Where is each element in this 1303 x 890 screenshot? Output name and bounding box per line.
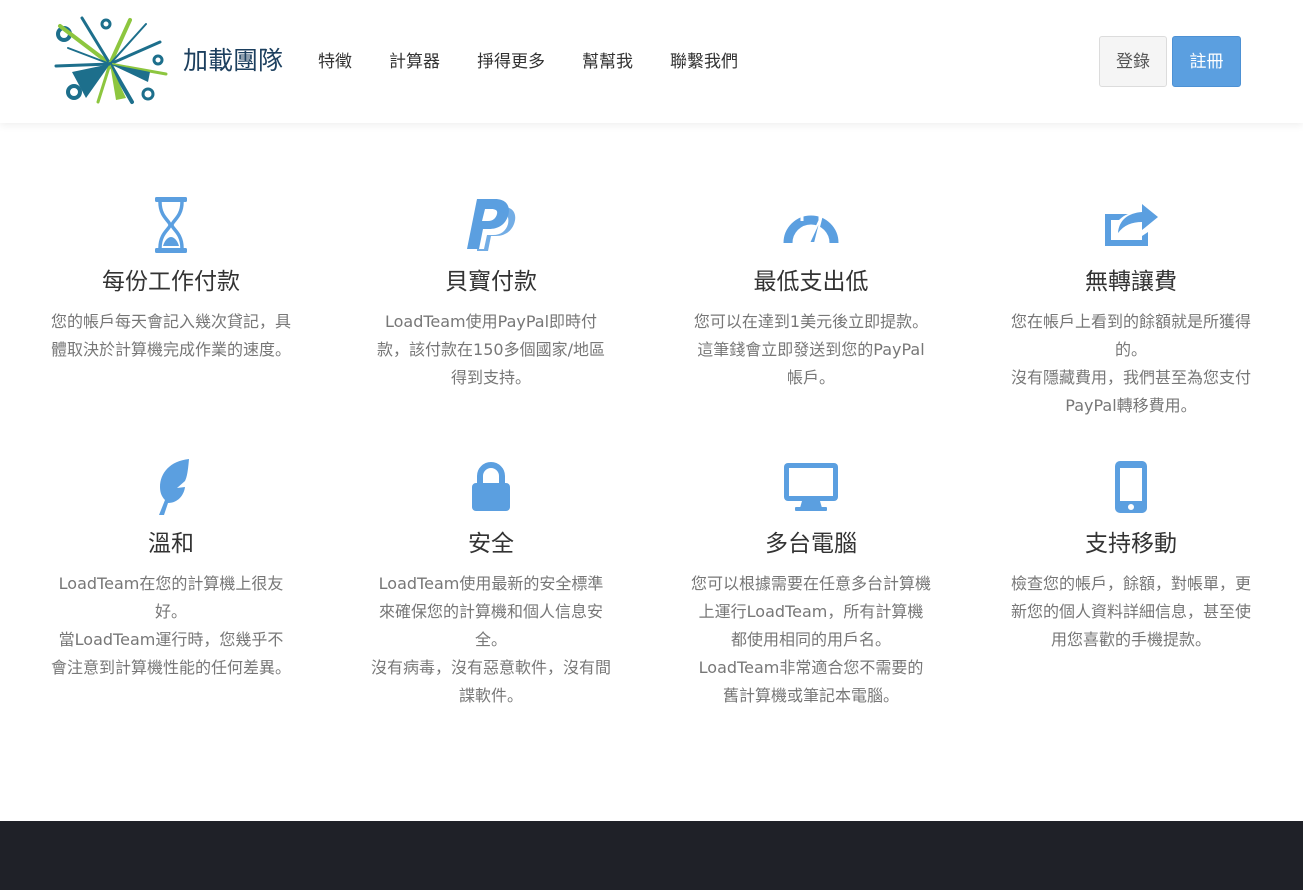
brand-name[interactable]: 加載團隊: [183, 44, 283, 78]
feature-description: 您在帳戶上看到的餘額就是所獲得的。 沒有隱藏費用，我們甚至為您支付PayPal轉移…: [1011, 312, 1252, 415]
feather-icon: [159, 459, 189, 515]
lock-icon: [472, 462, 510, 511]
feature-title: 多台電腦: [765, 531, 857, 557]
login-button[interactable]: 登錄: [1099, 36, 1167, 87]
nav-item-features[interactable]: 特徵: [318, 50, 352, 74]
monitor-icon: [784, 463, 838, 511]
feature-description: 您可以根據需要在任意多台計算機上運行LoadTeam，所有計算機都使用相同的用戶…: [691, 574, 932, 705]
nav-item-contact[interactable]: 聯繫我們: [670, 50, 738, 74]
feature-title: 支持移動: [1085, 531, 1177, 557]
loadteam-logo-icon[interactable]: [52, 14, 170, 106]
feature-card: 最低支出低 您可以在達到1美元後立即提款。 這筆錢會立即發送到您的PayPal帳戶…: [681, 193, 941, 392]
nav-item-help[interactable]: 幫幫我: [582, 50, 633, 74]
feature-card: 無轉讓費 您在帳戶上看到的餘額就是所獲得的。 沒有隱藏費用，我們甚至為您支付Pay…: [1001, 193, 1261, 420]
main-nav: 特徵 計算器 掙得更多 幫幫我 聯繫我們: [318, 50, 738, 74]
mobile-icon: [1115, 461, 1147, 513]
feature-card: 安全 LoadTeam使用最新的安全標準來確保您的計算機和個人信息安全。 沒有病毒…: [361, 455, 621, 710]
share-icon: [1105, 204, 1158, 246]
gauge-icon: [783, 209, 839, 244]
feature-description: 您的帳戶每天會記入幾次貸記，具體取決於計算機完成作業的速度。: [51, 312, 292, 359]
features-section: 每份工作付款 您的帳戶每天會記入幾次貸記，具體取決於計算機完成作業的速度。 貝寶…: [0, 123, 1303, 821]
feature-title: 貝寶付款: [445, 269, 537, 295]
footer: [0, 821, 1303, 890]
feature-description: LoadTeam在您的計算機上很友好。 當LoadTeam運行時，您幾乎不會注意到…: [51, 574, 292, 677]
feature-title: 安全: [468, 531, 514, 557]
feature-card: 每份工作付款 您的帳戶每天會記入幾次貸記，具體取決於計算機完成作業的速度。: [41, 193, 301, 364]
feature-title: 每份工作付款: [102, 269, 240, 295]
feature-description: LoadTeam使用PayPal即時付款，該付款在150多個國家/地區得到支持。: [377, 312, 605, 387]
paypal-icon: [467, 199, 516, 251]
feature-card: 溫和 LoadTeam在您的計算機上很友好。 當LoadTeam運行時，您幾乎不會…: [41, 455, 301, 682]
register-button[interactable]: 註冊: [1172, 36, 1241, 87]
navbar: 加載團隊 特徵 計算器 掙得更多 幫幫我 聯繫我們 登錄 註冊: [0, 0, 1303, 123]
feature-card: 多台電腦 您可以根據需要在任意多台計算機上運行LoadTeam，所有計算機都使用…: [681, 455, 941, 710]
feature-title: 最低支出低: [753, 269, 869, 295]
nav-item-calculator[interactable]: 計算器: [389, 50, 440, 74]
feature-description: LoadTeam使用最新的安全標準來確保您的計算機和個人信息安全。 沒有病毒，沒有…: [371, 574, 612, 705]
feature-card: 支持移動 檢查您的帳戶，餘額，對帳單，更新您的個人資料詳細信息，甚至使用您喜歡的…: [1001, 455, 1261, 654]
feature-card: 貝寶付款 LoadTeam使用PayPal即時付款，該付款在150多個國家/地區…: [361, 193, 621, 392]
feature-title: 無轉讓費: [1085, 269, 1177, 295]
feature-description: 檢查您的帳戶，餘額，對帳單，更新您的個人資料詳細信息，甚至使用您喜歡的手機提款。: [1011, 574, 1252, 649]
nav-item-earn-more[interactable]: 掙得更多: [477, 50, 545, 74]
feature-description: 您可以在達到1美元後立即提款。 這筆錢會立即發送到您的PayPal帳戶。: [693, 312, 929, 387]
feature-title: 溫和: [148, 531, 194, 557]
hourglass-icon: [155, 197, 187, 253]
